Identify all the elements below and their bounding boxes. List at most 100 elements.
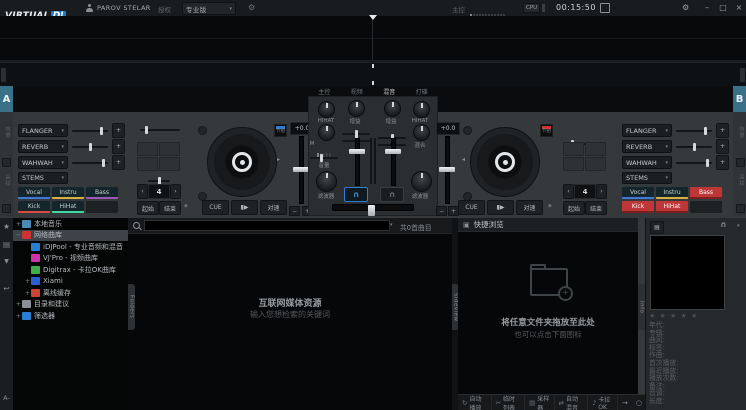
toolbar-arrow-icon[interactable]: → (618, 395, 632, 410)
tree-item[interactable]: + Xiami (13, 276, 128, 288)
fx-amount-slider[interactable] (72, 162, 108, 164)
deck-a-rail-button-2[interactable] (2, 204, 11, 213)
deck-b-rail-button[interactable] (736, 158, 745, 167)
stem-button[interactable]: Instru (656, 187, 688, 199)
folder-plus-icon[interactable] (530, 268, 568, 296)
deck-b-play-button[interactable]: ▮▶ (487, 200, 514, 215)
stem-button[interactable]: HiHat (52, 201, 84, 213)
close-button[interactable]: × (732, 3, 746, 12)
deck-b-loop-out-button[interactable]: 结束 (585, 201, 607, 215)
rhythm-right-handle[interactable] (740, 68, 745, 82)
font-size-button[interactable]: A- (0, 394, 13, 402)
fx-slider-handle[interactable] (89, 143, 92, 151)
deck-a-tab[interactable]: A (0, 86, 13, 112)
stem-button[interactable]: Kick (622, 201, 654, 213)
fx-activate-button[interactable]: + (716, 123, 729, 138)
deck-a-small-button-top[interactable] (198, 126, 207, 135)
fx-amount-slider[interactable] (676, 162, 712, 164)
pad-button[interactable] (137, 142, 158, 156)
deck-b-jog-wheel[interactable] (470, 127, 540, 197)
tree-item[interactable]: − 网络曲库 (13, 230, 128, 242)
rating-stars[interactable]: ★ ★ ★ ★ ★ (649, 312, 698, 320)
pad-button[interactable] (585, 142, 606, 156)
channel-2-volume-fader[interactable] (391, 138, 396, 186)
fullscreen-icon[interactable] (600, 3, 610, 13)
fx-slider-handle[interactable] (693, 143, 696, 151)
deck-a-loop-in-button[interactable]: 起始 (137, 201, 159, 215)
toolbar-tab[interactable]: ♪ 卡拉OK (588, 395, 618, 410)
deck-a-jog-wheel[interactable] (207, 127, 277, 197)
mixer-tab[interactable]: 打碟 (406, 87, 439, 95)
tree-item[interactable]: Digitrax - 卡拉OK曲库 (13, 264, 128, 276)
fx-amount-slider[interactable] (676, 146, 712, 148)
filter-icon[interactable]: ▼ (0, 258, 13, 265)
fx-select[interactable]: FLANGER▾ (18, 124, 68, 137)
toolbar-tab[interactable]: ↻ 自动播放 (458, 395, 492, 410)
deck-b-cue-button[interactable]: CUE (458, 200, 485, 215)
toolbar-tab[interactable]: ✂ 临时列表 (492, 395, 526, 410)
fx-amount-slider[interactable] (72, 146, 108, 148)
deck-a-loop-double-button[interactable]: › (170, 184, 181, 199)
stem-button[interactable]: Bass (86, 187, 118, 199)
pad-button[interactable] (585, 157, 606, 171)
deck-b-loop-value[interactable]: 4 (574, 184, 596, 199)
minimize-button[interactable]: – (700, 3, 714, 12)
user-name[interactable]: PAROV STELAR (97, 4, 151, 12)
mixer-tab[interactable]: 混音 (373, 87, 406, 95)
info-grid-button[interactable]: ▤ (650, 221, 664, 234)
fx-activate-button[interactable]: + (716, 155, 729, 170)
deck-b-pitch-handle[interactable] (439, 167, 455, 172)
pad-button[interactable] (159, 157, 180, 171)
pad-button[interactable] (137, 157, 158, 171)
fx-amount-slider[interactable] (72, 130, 108, 132)
crossfader-handle[interactable] (368, 205, 375, 216)
edition-dropdown[interactable]: 专业版 ▾ (182, 2, 236, 15)
info-handle[interactable]: Info (638, 284, 645, 330)
search-input[interactable] (144, 220, 390, 231)
deck-a-sync-button[interactable]: 对速 (260, 200, 287, 215)
stem-button[interactable]: Vocal (622, 187, 654, 199)
tree-expander[interactable]: + (15, 220, 22, 228)
fx-activate-button[interactable]: + (112, 123, 125, 138)
gear-icon[interactable]: ⚙ (682, 3, 689, 12)
mixer-right-filter-knob[interactable] (411, 171, 432, 192)
fx-slider-handle[interactable] (102, 159, 105, 167)
deck-b-expand-arrow[interactable]: ◂ (462, 156, 465, 163)
channel-2-fader-handle[interactable] (385, 149, 401, 154)
mixer-left-filter-knob[interactable] (316, 171, 337, 192)
tree-expander[interactable]: + (24, 289, 31, 297)
tree-expander[interactable]: + (15, 300, 22, 308)
channel-1-eq-high[interactable] (342, 133, 370, 135)
slider-handle[interactable] (145, 126, 148, 134)
fx-activate-button[interactable]: + (716, 139, 729, 154)
favorites-star-icon[interactable]: ★ (0, 222, 13, 231)
channel-1-gain-knob[interactable] (348, 100, 365, 117)
rhythm-left-handle[interactable] (1, 68, 6, 82)
tree-item[interactable]: + 目录和建议 (13, 299, 128, 311)
deck-a-loop-value[interactable]: 4 (148, 184, 170, 199)
channel-2-headphone-cue-button[interactable]: ∩ (380, 187, 404, 202)
toolbar-tab[interactable]: ▤ 采样器 (525, 395, 554, 410)
fx-slider-handle[interactable] (704, 127, 707, 135)
photos-icon[interactable]: ▤ (0, 240, 13, 249)
stem-button[interactable]: Instru (52, 187, 84, 199)
tree-item[interactable]: iDJPool - 专业音频和混音 (13, 241, 128, 253)
stem-button[interactable]: Bass (690, 187, 722, 199)
stem-button[interactable]: Vocal (18, 187, 50, 199)
channel-1-headphone-cue-button[interactable]: ∩ (344, 187, 368, 202)
deck-b-tab[interactable]: B (733, 86, 746, 112)
mixer-tab[interactable]: 主控 (308, 87, 341, 95)
deck-a-stems-dropdown[interactable]: STEMS▾ (18, 172, 68, 184)
fx-slider-handle[interactable] (706, 159, 709, 167)
fx-amount-slider[interactable] (676, 130, 712, 132)
tree-item[interactable]: VJ'Pro - 视频曲库 (13, 253, 128, 265)
folders-handle[interactable]: Folders (128, 284, 135, 330)
tree-expander[interactable]: + (24, 277, 31, 285)
search-chevron-down-icon[interactable]: ▾ (390, 222, 393, 228)
deck-b-rail-button-2[interactable] (736, 204, 745, 213)
fx-activate-button[interactable]: + (112, 139, 125, 154)
deck-b-sync-button[interactable]: 对速 (516, 200, 543, 215)
deck-a-loop-out-button[interactable]: 结束 (159, 201, 181, 215)
channel-2-gain-knob[interactable] (384, 100, 401, 117)
deck-b-loop-in-button[interactable]: 起始 (563, 201, 585, 215)
